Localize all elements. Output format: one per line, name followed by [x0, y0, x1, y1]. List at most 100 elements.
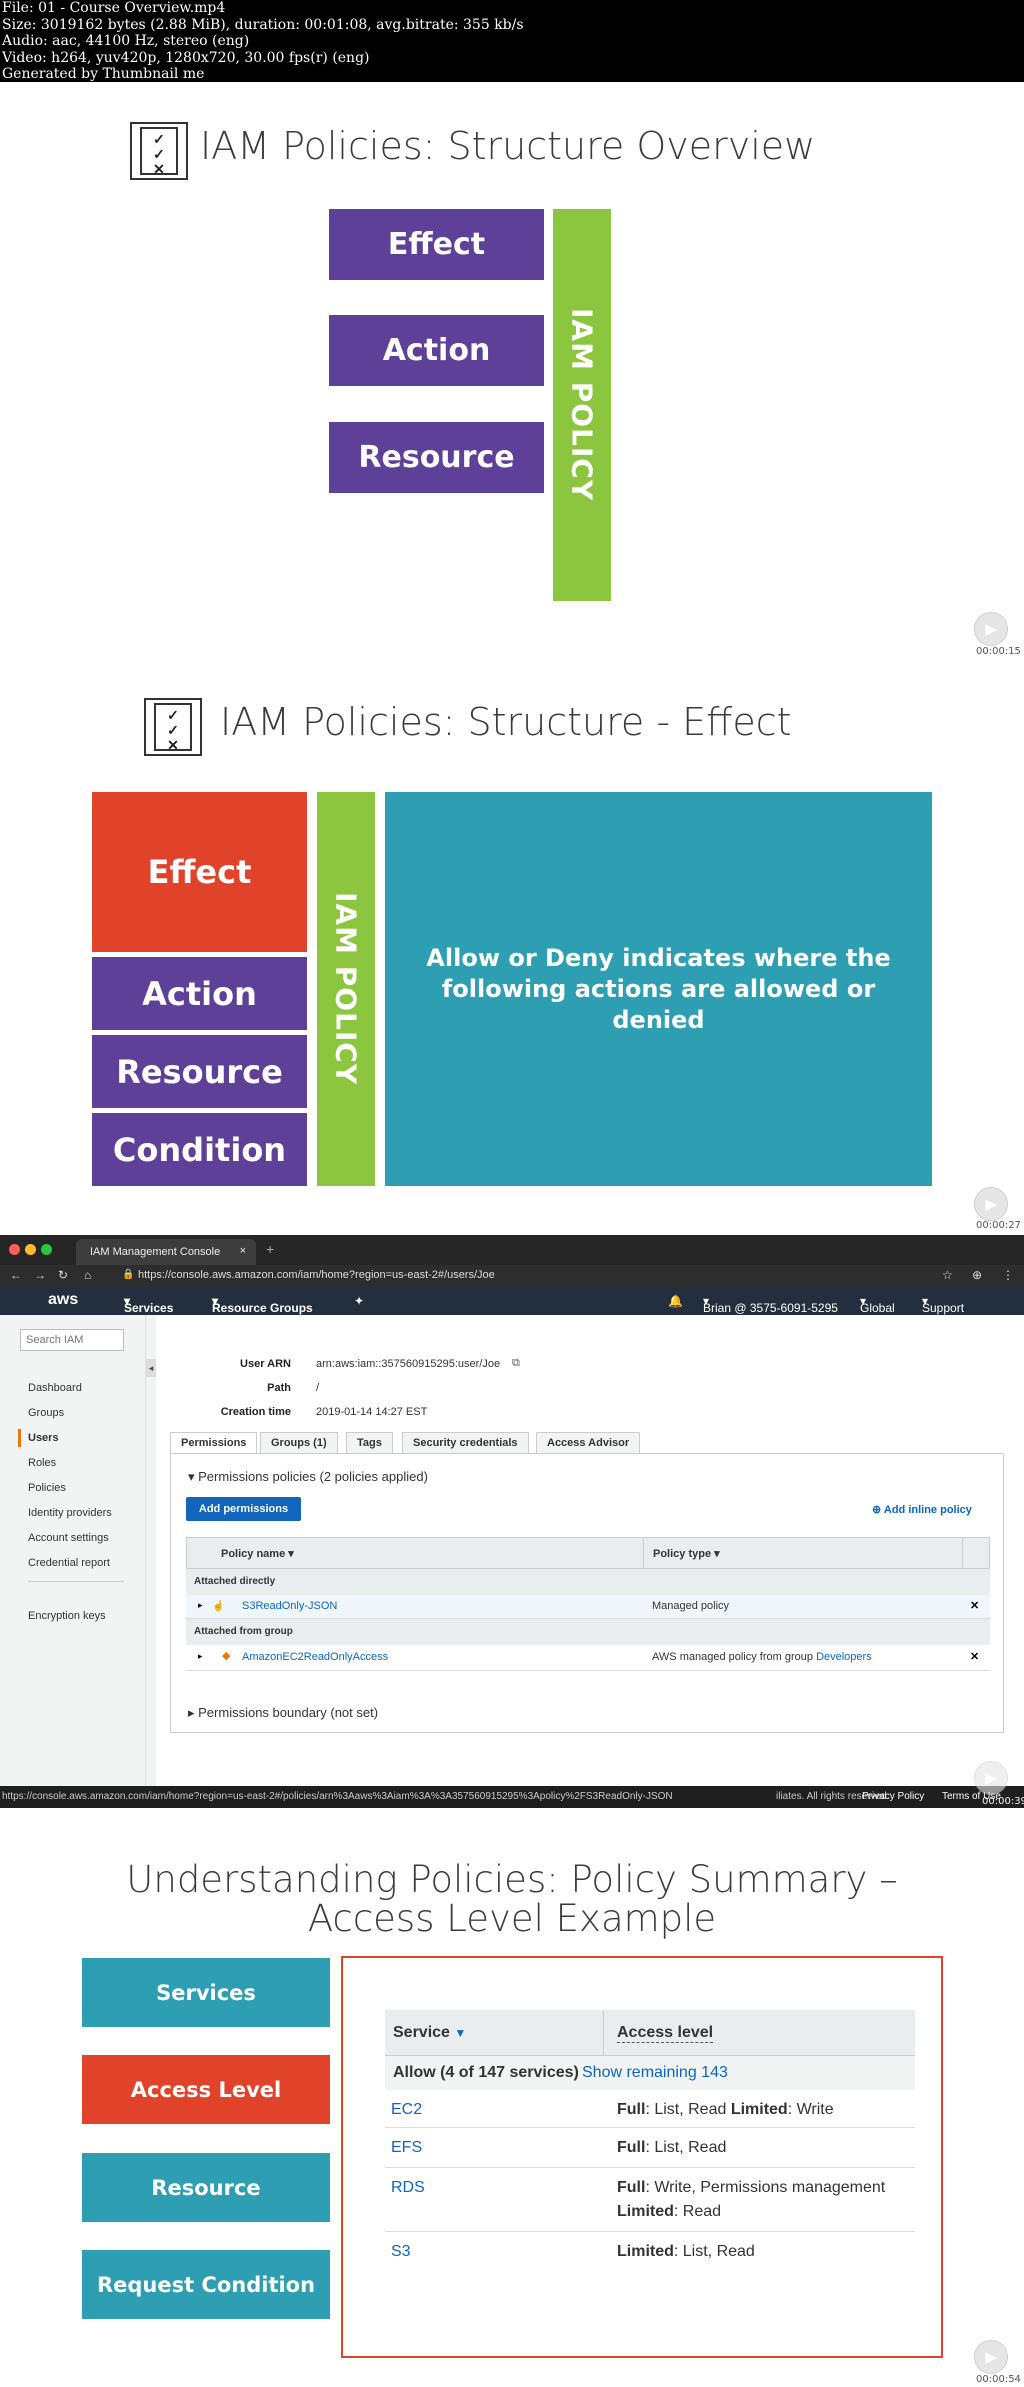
creation-time-value: 2019-01-14 14:27 EST [316, 1406, 428, 1418]
service-link[interactable]: RDS [391, 2179, 425, 2197]
reload-icon[interactable]: ↻ [58, 1268, 68, 1282]
status-url: https://console.aws.amazon.com/iam/home?… [2, 1791, 673, 1802]
back-icon[interactable]: ← [10, 1268, 22, 1282]
group-row-direct: Attached directly [186, 1569, 990, 1595]
bell-icon[interactable]: 🔔 [668, 1294, 683, 1308]
effect-block: Effect [92, 792, 307, 952]
sidebar-item-dashboard[interactable]: Dashboard [28, 1382, 82, 1394]
support-menu[interactable]: Support ▾ [922, 1294, 964, 1315]
resource-block: Resource [329, 422, 544, 493]
aws-logo[interactable]: aws [48, 1291, 78, 1309]
tab-access-advisor[interactable]: Access Advisor [536, 1432, 641, 1454]
access-level-text: Full: List, Read [617, 2139, 727, 2156]
active-indicator [18, 1429, 21, 1447]
search-iam-input[interactable] [20, 1329, 124, 1351]
timecode: 00:00:27 [976, 1220, 1021, 1231]
service-link[interactable]: S3 [391, 2243, 411, 2261]
bookmark-star-icon[interactable]: ☆ [942, 1268, 953, 1282]
privacy-policy-link[interactable]: Privacy Policy [862, 1791, 924, 1802]
frame-3-browser: IAM Management Console × + ← → ↻ ⌂ 🔒 htt… [0, 1235, 1024, 1808]
play-icon: ▶ [974, 1187, 1008, 1221]
browser-tab-bar: IAM Management Console × + [0, 1235, 1024, 1265]
resource-block: Resource [82, 2153, 330, 2222]
col-service[interactable]: Service ▼ [393, 2024, 466, 2042]
permissions-policies-header[interactable]: ▾ Permissions policies (2 policies appli… [188, 1469, 428, 1485]
frame-4: Understanding Policies: Policy Summary –… [0, 1808, 1024, 2387]
file-info-line: Video: h264, yuv420p, 1280x720, 30.00 fp… [2, 49, 370, 66]
region-menu[interactable]: Global ▾ [860, 1294, 895, 1315]
expand-icon[interactable]: ▸ [198, 1600, 203, 1611]
group-label: Attached directly [194, 1576, 276, 1587]
sidebar-item-roles[interactable]: Roles [28, 1457, 56, 1469]
iam-policy-bar: IAM POLICY [317, 792, 375, 1186]
checklist-icon: ✓ ✓ ✕ [144, 698, 202, 756]
add-inline-policy-link[interactable]: ⊕ Add inline policy [872, 1503, 972, 1516]
request-condition-block: Request Condition [82, 2250, 330, 2319]
action-block: Action [92, 957, 307, 1030]
sidebar-item-policies[interactable]: Policies [28, 1482, 66, 1494]
user-summary-panel: User ARN arn:aws:iam::357560915295:user/… [156, 1315, 1024, 1786]
services-block: Services [82, 1958, 330, 2027]
resource-groups-menu[interactable]: Resource Groups ▾ [212, 1294, 313, 1315]
forward-icon[interactable]: → [34, 1268, 46, 1282]
collapse-sidebar-icon[interactable]: ◂ [146, 1359, 156, 1377]
policy-link[interactable]: AmazonEC2ReadOnlyAccess [242, 1651, 388, 1663]
browser-tab[interactable]: IAM Management Console × [76, 1239, 256, 1265]
services-menu[interactable]: Services ▾ [124, 1294, 173, 1315]
sidebar-item-credential-report[interactable]: Credential report [28, 1557, 110, 1569]
file-info-line: Audio: aac, 44100 Hz, stereo (eng) [2, 33, 250, 49]
action-block: Action [329, 315, 544, 386]
remove-icon[interactable]: ✕ [970, 1599, 979, 1612]
group-link[interactable]: Developers [816, 1651, 872, 1663]
table-header: Policy name ▾ Policy type ▾ [186, 1537, 990, 1569]
sidebar-item-encryption-keys[interactable]: Encryption keys [28, 1610, 106, 1622]
close-window-button[interactable] [9, 1244, 20, 1255]
table-row[interactable]: ▸ ☝ S3ReadOnly-JSON Managed policy ✕ [186, 1595, 990, 1619]
policy-type: AWS managed policy from group Developers [652, 1651, 872, 1663]
close-tab-icon[interactable]: × [240, 1245, 246, 1257]
url-field[interactable]: https://console.aws.amazon.com/iam/home?… [138, 1269, 495, 1281]
minimize-window-button[interactable] [25, 1244, 36, 1255]
file-info-line: Generated by Thumbnail me [2, 66, 205, 82]
sidebar-item-users[interactable]: Users [28, 1432, 59, 1444]
file-info-header: File: 01 - Course Overview.mp4 Size: 301… [0, 0, 1024, 82]
policy-link[interactable]: S3ReadOnly-JSON [242, 1600, 337, 1612]
maximize-window-button[interactable] [41, 1244, 52, 1255]
resource-block: Resource [92, 1035, 307, 1108]
effect-block: Effect [329, 209, 544, 280]
service-link[interactable]: EFS [391, 2139, 422, 2157]
tab-permissions[interactable]: Permissions [170, 1432, 258, 1454]
col-policy-name[interactable]: Policy name ▾ [221, 1547, 294, 1560]
tab-tags[interactable]: Tags [346, 1432, 393, 1454]
col-divider [643, 1538, 644, 1568]
aws-managed-policy-icon: ◆ [222, 1650, 231, 1662]
pin-icon[interactable]: ✦ [354, 1294, 364, 1308]
expand-icon[interactable]: ▸ [198, 1651, 203, 1662]
extension-icon[interactable]: ⊕ [972, 1268, 982, 1282]
tab-security-credentials[interactable]: Security credentials [402, 1432, 529, 1454]
new-tab-icon[interactable]: + [266, 1241, 274, 1257]
sidebar-item-account-settings[interactable]: Account settings [28, 1532, 109, 1544]
show-remaining-link[interactable]: Show remaining 143 [582, 2064, 728, 2082]
copy-icon[interactable]: ⧉ [512, 1357, 520, 1370]
sidebar-item-groups[interactable]: Groups [28, 1407, 64, 1419]
frame-1: ✓ ✓ ✕ IAM Policies: Structure Overview Eff… [0, 82, 1024, 662]
col-access-level[interactable]: Access level [617, 2024, 714, 2043]
add-permissions-button[interactable]: Add permissions [186, 1497, 301, 1521]
file-info-line: Size: 3019162 bytes (2.88 MiB), duration… [2, 16, 524, 33]
tab-groups[interactable]: Groups (1) [260, 1432, 338, 1454]
permissions-boundary-header[interactable]: ▸ Permissions boundary (not set) [188, 1705, 378, 1721]
slide-title: IAM Policies: Structure Overview [200, 124, 816, 168]
sidebar-item-identity-providers[interactable]: Identity providers [28, 1507, 112, 1519]
col-policy-type[interactable]: Policy type ▾ [653, 1547, 720, 1560]
menu-icon[interactable]: ⋮ [1002, 1268, 1014, 1282]
account-menu[interactable]: Brian @ 3575-6091-5295 ▾ [703, 1294, 838, 1315]
policy-type: Managed policy [652, 1600, 730, 1612]
summary-row-rds: RDS Full: Write, Permissions management … [385, 2170, 915, 2232]
sidebar-divider [28, 1581, 124, 1582]
remove-icon[interactable]: ✕ [970, 1650, 979, 1663]
service-link[interactable]: EC2 [391, 2101, 422, 2119]
summary-row-efs: EFS Full: List, Read [385, 2130, 915, 2168]
table-row[interactable]: ▸ ◆ AmazonEC2ReadOnlyAccess AWS managed … [186, 1645, 990, 1671]
home-icon[interactable]: ⌂ [84, 1268, 91, 1282]
